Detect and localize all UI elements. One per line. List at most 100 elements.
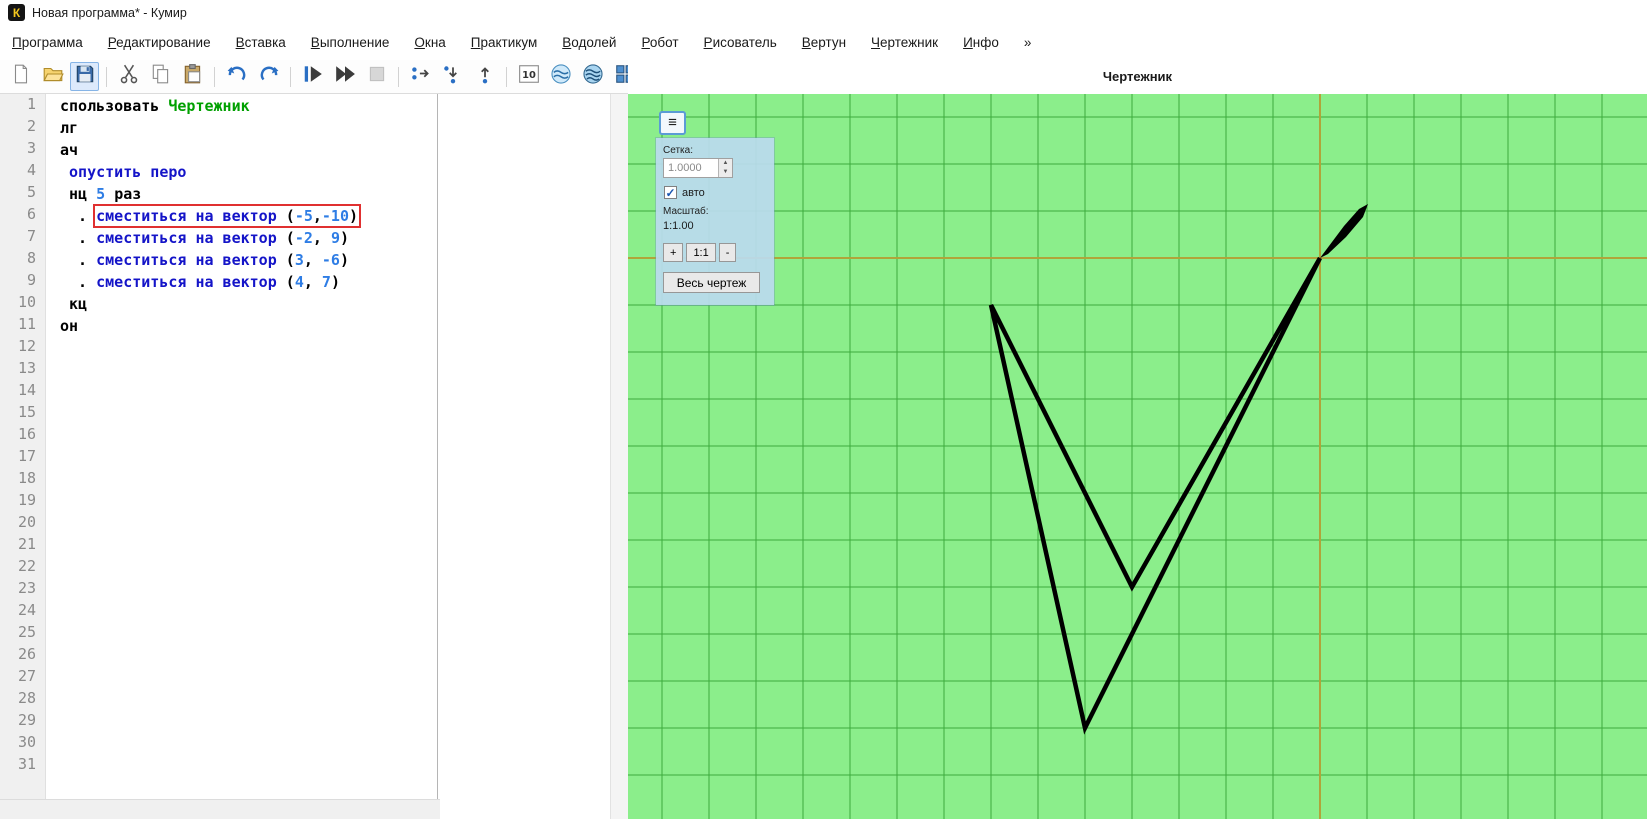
line-number: 23 — [17, 579, 36, 597]
code-token: раз — [114, 185, 142, 203]
menu-item-10[interactable]: Вертун — [802, 35, 846, 50]
title-bar: К Новая программа* - Кумир — [0, 0, 1647, 26]
code-line-4[interactable]: опустить перо — [60, 161, 611, 183]
menu-item-6[interactable]: Практикум — [471, 35, 537, 50]
step-over-button[interactable] — [406, 62, 435, 91]
toolbar-separator — [214, 66, 215, 87]
code-token: лг — [60, 119, 79, 137]
menu-item-1[interactable]: Программа — [12, 35, 83, 50]
new-file-button[interactable] — [6, 62, 35, 91]
line-number: 16 — [17, 425, 36, 443]
code-token: . — [60, 207, 97, 225]
code-token: -2 — [294, 229, 313, 247]
code-token: 7 — [321, 273, 331, 291]
code-line-8[interactable]: . сместиться на вектор (3, -6) — [60, 249, 611, 271]
line-number: 10 — [17, 293, 36, 311]
new-file-icon — [10, 63, 32, 90]
spin-down-icon[interactable]: ▼ — [719, 168, 732, 177]
zoom-actual-button[interactable]: 1:1 — [686, 243, 716, 262]
code-token: ) — [339, 229, 349, 247]
stop-icon — [366, 63, 388, 90]
menu-item-8[interactable]: Робот — [641, 35, 678, 50]
menu-item-13[interactable]: » — [1024, 35, 1032, 50]
drawer-tools-panel: Сетка: 1.0000 ▲ ▼ ✓ авто Масштаб: 1:1.00… — [656, 138, 774, 305]
line-number: 31 — [17, 755, 36, 773]
line-number: 20 — [17, 513, 36, 531]
code-token: ( — [285, 273, 295, 291]
code-token: нц — [69, 185, 88, 203]
code-token: ( — [285, 251, 295, 269]
line-number: 22 — [17, 557, 36, 575]
paste-button[interactable] — [178, 62, 207, 91]
save-file-button[interactable] — [70, 62, 99, 91]
code-line-1[interactable]: спользовать Чертежник — [60, 95, 611, 117]
open-file-button[interactable] — [38, 62, 67, 91]
code-area[interactable]: спользовать Чертежник лг ач опустить перо … — [47, 94, 611, 800]
code-token: , — [303, 251, 322, 269]
redo-button[interactable] — [254, 62, 283, 91]
zoom-in-button[interactable]: + — [663, 243, 684, 262]
menu-item-9[interactable]: Рисователь — [704, 35, 777, 50]
line-number: 27 — [17, 667, 36, 685]
code-line-3[interactable]: ач — [60, 139, 611, 161]
step-out-button[interactable] — [470, 62, 499, 91]
kumir-window: К Новая программа* - Кумир Программа Реда… — [0, 0, 1647, 819]
spinner-buttons[interactable]: ▲ ▼ — [718, 159, 732, 177]
margin-10-icon: 10 — [518, 63, 540, 90]
menu-bar: Программа Редактирование Вставка Выполнение… — [0, 25, 1647, 61]
menu-item-2[interactable]: Редактирование — [108, 35, 211, 50]
undo-button[interactable] — [222, 62, 251, 91]
code-line-2[interactable]: лг — [60, 117, 611, 139]
code-line-7[interactable]: . сместиться на вектор (-2, 9) — [60, 227, 611, 249]
code-line-10[interactable]: кц — [60, 293, 611, 315]
run-button[interactable] — [298, 62, 327, 91]
open-folder-icon — [42, 63, 64, 90]
editor-horizontal-scrollbar[interactable] — [0, 799, 440, 819]
run-to-end-button[interactable] — [330, 62, 359, 91]
vodoley-tools-button[interactable] — [578, 62, 607, 91]
menu-item-4[interactable]: Выполнение — [311, 35, 390, 50]
step-into-button[interactable] — [438, 62, 467, 91]
hamburger-icon: ≡ — [668, 114, 677, 131]
fit-drawing-button[interactable]: Весь чертеж — [663, 272, 760, 293]
code-editor[interactable]: 1 2 3 4 5 6 7 8 9 10 11 12 13 14 15 16 17 18 19 20 21 22 23 24 2… — [0, 94, 628, 819]
code-line-11[interactable]: он — [60, 315, 611, 337]
line-number: 29 — [17, 711, 36, 729]
auto-checkbox[interactable]: ✓ — [664, 186, 677, 199]
svg-text:10: 10 — [522, 70, 536, 81]
show-margin-button[interactable]: 10 — [514, 62, 543, 91]
run-fast-icon — [334, 63, 356, 90]
toolbar-separator — [398, 66, 399, 87]
copy-button[interactable] — [146, 62, 175, 91]
grid-step-spinbox[interactable]: 1.0000 ▲ ▼ — [663, 158, 733, 178]
line-number: 4 — [26, 161, 36, 179]
menu-item-12[interactable]: Инфо — [963, 35, 999, 50]
code-line-9[interactable]: . сместиться на вектор (4, 7) — [60, 271, 611, 293]
vodoley-window-button[interactable] — [546, 62, 575, 91]
menu-item-11[interactable]: Чертежник — [871, 35, 938, 50]
line-number: 7 — [26, 227, 36, 245]
editor-vertical-scrollbar[interactable] — [610, 94, 628, 819]
cut-button[interactable] — [114, 62, 143, 91]
line-number: 21 — [17, 535, 36, 553]
code-line-5[interactable]: нц 5 раз — [60, 183, 611, 205]
menu-item-3[interactable]: Вставка — [236, 35, 286, 50]
code-token: 4 — [294, 273, 304, 291]
line-number: 14 — [17, 381, 36, 399]
drawer-menu-button[interactable]: ≡ — [659, 111, 686, 135]
code-token: . — [60, 251, 97, 269]
menu-item-5[interactable]: Окна — [414, 35, 445, 50]
spin-up-icon[interactable]: ▲ — [719, 159, 732, 168]
stop-button[interactable] — [362, 62, 391, 91]
menu-item-7[interactable]: Водолей — [562, 35, 616, 50]
code-token: Чертежник — [168, 97, 250, 115]
undo-icon — [226, 63, 248, 90]
zoom-out-button[interactable]: - — [718, 243, 737, 262]
code-line-6[interactable]: . сместиться на вектор (-5,-10) — [60, 204, 611, 228]
copy-icon — [150, 63, 172, 90]
